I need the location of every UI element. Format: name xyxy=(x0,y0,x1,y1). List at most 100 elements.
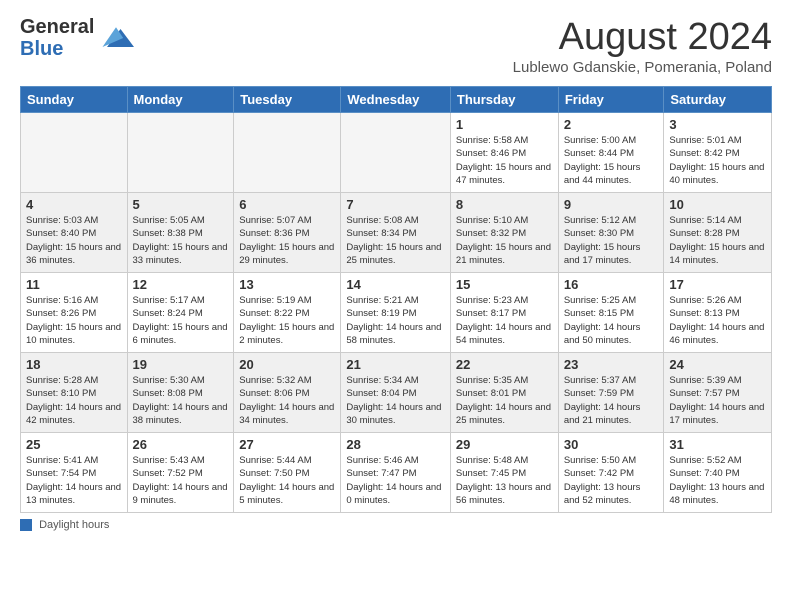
daylight-dot xyxy=(20,519,32,531)
page: General Blue August 2024 Lublewo Gdanski… xyxy=(0,0,792,541)
table-row: 21Sunrise: 5:34 AMSunset: 8:04 PMDayligh… xyxy=(341,353,451,433)
table-row: 15Sunrise: 5:23 AMSunset: 8:17 PMDayligh… xyxy=(450,273,558,353)
day-info: Sunrise: 5:05 AMSunset: 8:38 PMDaylight:… xyxy=(133,214,229,267)
day-number: 21 xyxy=(346,357,445,372)
calendar-table: Sunday Monday Tuesday Wednesday Thursday… xyxy=(20,86,772,513)
title-section: August 2024 Lublewo Gdanskie, Pomerania,… xyxy=(513,16,772,76)
day-number: 6 xyxy=(239,197,335,212)
day-number: 14 xyxy=(346,277,445,292)
table-row: 28 Sunrise: 5:46 AMSunset: 7:47 PMDayligh… xyxy=(341,433,451,513)
day-number: 12 xyxy=(133,277,229,292)
day-info: Sunrise: 5:00 AMSunset: 8:44 PMDaylight:… xyxy=(564,134,659,187)
day-number: 30 xyxy=(564,437,659,452)
table-row: 30 Sunrise: 5:50 AMSunset: 7:42 PMDayligh… xyxy=(558,433,664,513)
table-row: 12 Sunrise: 5:17 AMSunset: 8:24 PMDayligh… xyxy=(127,273,234,353)
table-row: 1Sunrise: 5:58 AMSunset: 8:46 PMDaylight… xyxy=(450,113,558,193)
day-number: 24 xyxy=(669,357,766,372)
day-info: Sunrise: 5:08 AMSunset: 8:34 PMDaylight:… xyxy=(346,214,445,267)
table-row: 19 Sunrise: 5:30 AMSunset: 8:08 PMDayligh… xyxy=(127,353,234,433)
logo-general: General xyxy=(20,16,94,38)
table-row xyxy=(21,113,128,193)
day-info: Sunrise: 5:41 AMSunset: 7:54 PMDaylight:… xyxy=(26,454,122,507)
table-row: 17 Sunrise: 5:26 AMSunset: 8:13 PMDayligh… xyxy=(664,273,772,353)
day-info: Sunrise: 5:16 AMSunset: 8:26 PMDaylight:… xyxy=(26,294,122,347)
logo-blue: Blue xyxy=(20,38,94,60)
day-info: Sunrise: 5:30 AMSunset: 8:08 PMDaylight:… xyxy=(133,374,229,427)
location-subtitle: Lublewo Gdanskie, Pomerania, Poland xyxy=(513,59,772,76)
day-info: Sunrise: 5:14 AMSunset: 8:28 PMDaylight:… xyxy=(669,214,766,267)
day-info: Sunrise: 5:10 AMSunset: 8:32 PMDaylight:… xyxy=(456,214,553,267)
table-row xyxy=(234,113,341,193)
table-row: 9 Sunrise: 5:12 AMSunset: 8:30 PMDaylight… xyxy=(558,193,664,273)
table-row: 18Sunrise: 5:28 AMSunset: 8:10 PMDayligh… xyxy=(21,353,128,433)
col-wednesday: Wednesday xyxy=(341,87,451,113)
calendar-week-row: 1Sunrise: 5:58 AMSunset: 8:46 PMDaylight… xyxy=(21,113,772,193)
table-row: 16Sunrise: 5:25 AMSunset: 8:15 PMDayligh… xyxy=(558,273,664,353)
day-info: Sunrise: 5:17 AMSunset: 8:24 PMDaylight:… xyxy=(133,294,229,347)
day-info: Sunrise: 5:32 AMSunset: 8:06 PMDaylight:… xyxy=(239,374,335,427)
table-row: 13Sunrise: 5:19 AMSunset: 8:22 PMDayligh… xyxy=(234,273,341,353)
day-number: 5 xyxy=(133,197,229,212)
day-number: 23 xyxy=(564,357,659,372)
day-info: Sunrise: 5:21 AMSunset: 8:19 PMDaylight:… xyxy=(346,294,445,347)
day-number: 4 xyxy=(26,197,122,212)
table-row: 4Sunrise: 5:03 AMSunset: 8:40 PMDaylight… xyxy=(21,193,128,273)
day-number: 28 xyxy=(346,437,445,452)
header: General Blue August 2024 Lublewo Gdanski… xyxy=(20,16,772,76)
day-info: Sunrise: 5:25 AMSunset: 8:15 PMDaylight:… xyxy=(564,294,659,347)
table-row: 23 Sunrise: 5:37 AMSunset: 7:59 PMDayligh… xyxy=(558,353,664,433)
col-saturday: Saturday xyxy=(664,87,772,113)
day-info: Sunrise: 5:12 AMSunset: 8:30 PMDaylight:… xyxy=(564,214,659,267)
col-thursday: Thursday xyxy=(450,87,558,113)
day-number: 8 xyxy=(456,197,553,212)
day-number: 20 xyxy=(239,357,335,372)
logo: General Blue xyxy=(20,16,134,60)
day-info: Sunrise: 5:37 AMSunset: 7:59 PMDaylight:… xyxy=(564,374,659,427)
table-row: 26Sunrise: 5:43 AMSunset: 7:52 PMDayligh… xyxy=(127,433,234,513)
month-title: August 2024 xyxy=(513,16,772,59)
day-number: 9 xyxy=(564,197,659,212)
calendar-week-row: 25 Sunrise: 5:41 AMSunset: 7:54 PMDayligh… xyxy=(21,433,772,513)
day-number: 7 xyxy=(346,197,445,212)
calendar-header-row: Sunday Monday Tuesday Wednesday Thursday… xyxy=(21,87,772,113)
table-row: 8 Sunrise: 5:10 AMSunset: 8:32 PMDaylight… xyxy=(450,193,558,273)
table-row xyxy=(341,113,451,193)
day-info: Sunrise: 5:58 AMSunset: 8:46 PMDaylight:… xyxy=(456,134,553,187)
table-row: 24 Sunrise: 5:39 AMSunset: 7:57 PMDayligh… xyxy=(664,353,772,433)
day-number: 27 xyxy=(239,437,335,452)
day-number: 29 xyxy=(456,437,553,452)
footer: Daylight hours xyxy=(20,519,772,531)
col-friday: Friday xyxy=(558,87,664,113)
day-info: Sunrise: 5:48 AMSunset: 7:45 PMDaylight:… xyxy=(456,454,553,507)
day-info: Sunrise: 5:26 AMSunset: 8:13 PMDaylight:… xyxy=(669,294,766,347)
day-number: 26 xyxy=(133,437,229,452)
table-row: 25 Sunrise: 5:41 AMSunset: 7:54 PMDayligh… xyxy=(21,433,128,513)
day-number: 25 xyxy=(26,437,122,452)
day-info: Sunrise: 5:39 AMSunset: 7:57 PMDaylight:… xyxy=(669,374,766,427)
table-row: 10Sunrise: 5:14 AMSunset: 8:28 PMDayligh… xyxy=(664,193,772,273)
table-row: 27Sunrise: 5:44 AMSunset: 7:50 PMDayligh… xyxy=(234,433,341,513)
table-row: 7 Sunrise: 5:08 AMSunset: 8:34 PMDaylight… xyxy=(341,193,451,273)
table-row: 11 Sunrise: 5:16 AMSunset: 8:26 PMDayligh… xyxy=(21,273,128,353)
table-row: 6Sunrise: 5:07 AMSunset: 8:36 PMDaylight… xyxy=(234,193,341,273)
footer-label: Daylight hours xyxy=(39,519,109,531)
table-row: 22Sunrise: 5:35 AMSunset: 8:01 PMDayligh… xyxy=(450,353,558,433)
day-number: 18 xyxy=(26,357,122,372)
day-number: 2 xyxy=(564,117,659,132)
day-number: 17 xyxy=(669,277,766,292)
table-row: 20 Sunrise: 5:32 AMSunset: 8:06 PMDayligh… xyxy=(234,353,341,433)
day-number: 19 xyxy=(133,357,229,372)
day-info: Sunrise: 5:19 AMSunset: 8:22 PMDaylight:… xyxy=(239,294,335,347)
table-row: 5 Sunrise: 5:05 AMSunset: 8:38 PMDaylight… xyxy=(127,193,234,273)
day-info: Sunrise: 5:52 AMSunset: 7:40 PMDaylight:… xyxy=(669,454,766,507)
col-monday: Monday xyxy=(127,87,234,113)
day-info: Sunrise: 5:01 AMSunset: 8:42 PMDaylight:… xyxy=(669,134,766,187)
day-info: Sunrise: 5:46 AMSunset: 7:47 PMDaylight:… xyxy=(346,454,445,507)
table-row: 14 Sunrise: 5:21 AMSunset: 8:19 PMDayligh… xyxy=(341,273,451,353)
day-info: Sunrise: 5:50 AMSunset: 7:42 PMDaylight:… xyxy=(564,454,659,507)
day-info: Sunrise: 5:35 AMSunset: 8:01 PMDaylight:… xyxy=(456,374,553,427)
col-sunday: Sunday xyxy=(21,87,128,113)
table-row xyxy=(127,113,234,193)
table-row: 29 Sunrise: 5:48 AMSunset: 7:45 PMDayligh… xyxy=(450,433,558,513)
day-number: 11 xyxy=(26,277,122,292)
